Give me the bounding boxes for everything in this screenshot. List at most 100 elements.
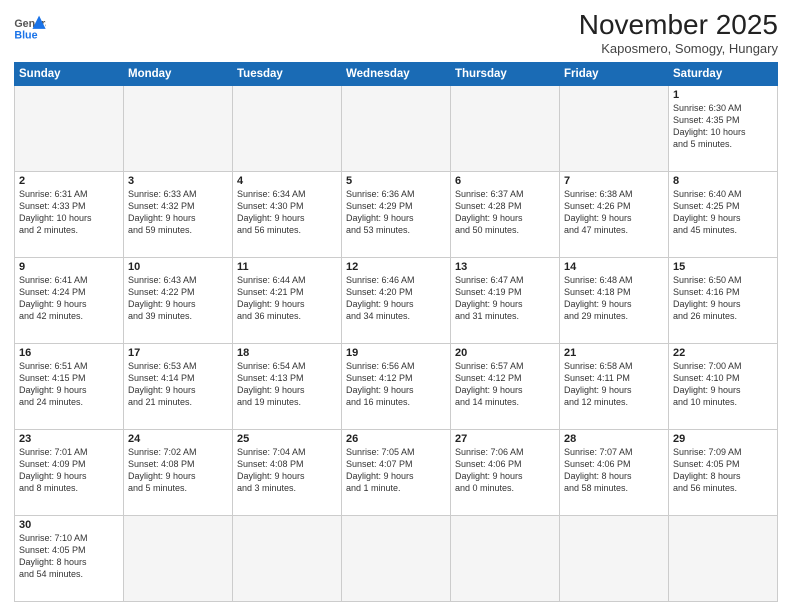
table-row: 23Sunrise: 7:01 AM Sunset: 4:09 PM Dayli… xyxy=(15,429,124,515)
day-info: Sunrise: 6:53 AM Sunset: 4:14 PM Dayligh… xyxy=(128,360,228,409)
day-number: 7 xyxy=(564,175,664,187)
logo: General Blue xyxy=(14,14,46,42)
table-row: 24Sunrise: 7:02 AM Sunset: 4:08 PM Dayli… xyxy=(124,429,233,515)
day-info: Sunrise: 7:10 AM Sunset: 4:05 PM Dayligh… xyxy=(19,532,119,581)
day-info: Sunrise: 6:33 AM Sunset: 4:32 PM Dayligh… xyxy=(128,188,228,237)
day-number: 5 xyxy=(346,175,446,187)
table-row: 15Sunrise: 6:50 AM Sunset: 4:16 PM Dayli… xyxy=(669,257,778,343)
day-info: Sunrise: 6:34 AM Sunset: 4:30 PM Dayligh… xyxy=(237,188,337,237)
day-number: 2 xyxy=(19,175,119,187)
svg-text:Blue: Blue xyxy=(14,30,37,42)
day-number: 12 xyxy=(346,261,446,273)
day-number: 17 xyxy=(128,347,228,359)
table-row: 11Sunrise: 6:44 AM Sunset: 4:21 PM Dayli… xyxy=(233,257,342,343)
day-info: Sunrise: 7:00 AM Sunset: 4:10 PM Dayligh… xyxy=(673,360,773,409)
col-tuesday: Tuesday xyxy=(233,62,342,85)
table-row: 22Sunrise: 7:00 AM Sunset: 4:10 PM Dayli… xyxy=(669,343,778,429)
day-info: Sunrise: 6:48 AM Sunset: 4:18 PM Dayligh… xyxy=(564,274,664,323)
table-row: 5Sunrise: 6:36 AM Sunset: 4:29 PM Daylig… xyxy=(342,171,451,257)
table-row: 12Sunrise: 6:46 AM Sunset: 4:20 PM Dayli… xyxy=(342,257,451,343)
day-number: 4 xyxy=(237,175,337,187)
day-info: Sunrise: 7:05 AM Sunset: 4:07 PM Dayligh… xyxy=(346,446,446,495)
day-info: Sunrise: 7:04 AM Sunset: 4:08 PM Dayligh… xyxy=(237,446,337,495)
col-friday: Friday xyxy=(560,62,669,85)
day-number: 3 xyxy=(128,175,228,187)
day-info: Sunrise: 6:50 AM Sunset: 4:16 PM Dayligh… xyxy=(673,274,773,323)
day-number: 6 xyxy=(455,175,555,187)
page: General Blue November 2025 Kaposmero, So… xyxy=(0,0,792,612)
table-row: 18Sunrise: 6:54 AM Sunset: 4:13 PM Dayli… xyxy=(233,343,342,429)
table-row: 28Sunrise: 7:07 AM Sunset: 4:06 PM Dayli… xyxy=(560,429,669,515)
title-block: November 2025 Kaposmero, Somogy, Hungary xyxy=(579,10,778,56)
table-row: 14Sunrise: 6:48 AM Sunset: 4:18 PM Dayli… xyxy=(560,257,669,343)
day-number: 23 xyxy=(19,433,119,445)
day-info: Sunrise: 7:09 AM Sunset: 4:05 PM Dayligh… xyxy=(673,446,773,495)
day-number: 22 xyxy=(673,347,773,359)
calendar-week-row: 23Sunrise: 7:01 AM Sunset: 4:09 PM Dayli… xyxy=(15,429,778,515)
day-number: 29 xyxy=(673,433,773,445)
table-row: 1Sunrise: 6:30 AM Sunset: 4:35 PM Daylig… xyxy=(669,85,778,171)
day-number: 10 xyxy=(128,261,228,273)
day-info: Sunrise: 7:01 AM Sunset: 4:09 PM Dayligh… xyxy=(19,446,119,495)
table-row xyxy=(342,85,451,171)
header: General Blue November 2025 Kaposmero, So… xyxy=(14,10,778,56)
calendar-week-row: 1Sunrise: 6:30 AM Sunset: 4:35 PM Daylig… xyxy=(15,85,778,171)
col-thursday: Thursday xyxy=(451,62,560,85)
day-info: Sunrise: 6:58 AM Sunset: 4:11 PM Dayligh… xyxy=(564,360,664,409)
day-info: Sunrise: 6:41 AM Sunset: 4:24 PM Dayligh… xyxy=(19,274,119,323)
table-row: 25Sunrise: 7:04 AM Sunset: 4:08 PM Dayli… xyxy=(233,429,342,515)
table-row: 20Sunrise: 6:57 AM Sunset: 4:12 PM Dayli… xyxy=(451,343,560,429)
table-row: 19Sunrise: 6:56 AM Sunset: 4:12 PM Dayli… xyxy=(342,343,451,429)
day-info: Sunrise: 6:38 AM Sunset: 4:26 PM Dayligh… xyxy=(564,188,664,237)
table-row xyxy=(233,85,342,171)
col-saturday: Saturday xyxy=(669,62,778,85)
day-info: Sunrise: 6:31 AM Sunset: 4:33 PM Dayligh… xyxy=(19,188,119,237)
table-row: 17Sunrise: 6:53 AM Sunset: 4:14 PM Dayli… xyxy=(124,343,233,429)
day-info: Sunrise: 6:36 AM Sunset: 4:29 PM Dayligh… xyxy=(346,188,446,237)
calendar-table: Sunday Monday Tuesday Wednesday Thursday… xyxy=(14,62,778,602)
day-number: 26 xyxy=(346,433,446,445)
table-row xyxy=(669,515,778,601)
day-info: Sunrise: 6:44 AM Sunset: 4:21 PM Dayligh… xyxy=(237,274,337,323)
table-row: 29Sunrise: 7:09 AM Sunset: 4:05 PM Dayli… xyxy=(669,429,778,515)
calendar-week-row: 30Sunrise: 7:10 AM Sunset: 4:05 PM Dayli… xyxy=(15,515,778,601)
day-number: 18 xyxy=(237,347,337,359)
day-info: Sunrise: 6:47 AM Sunset: 4:19 PM Dayligh… xyxy=(455,274,555,323)
day-number: 30 xyxy=(19,519,119,531)
day-number: 27 xyxy=(455,433,555,445)
table-row: 9Sunrise: 6:41 AM Sunset: 4:24 PM Daylig… xyxy=(15,257,124,343)
day-number: 14 xyxy=(564,261,664,273)
day-number: 21 xyxy=(564,347,664,359)
day-info: Sunrise: 7:02 AM Sunset: 4:08 PM Dayligh… xyxy=(128,446,228,495)
month-title: November 2025 xyxy=(579,10,778,41)
table-row: 6Sunrise: 6:37 AM Sunset: 4:28 PM Daylig… xyxy=(451,171,560,257)
day-number: 16 xyxy=(19,347,119,359)
table-row xyxy=(233,515,342,601)
day-number: 1 xyxy=(673,89,773,101)
col-wednesday: Wednesday xyxy=(342,62,451,85)
table-row xyxy=(15,85,124,171)
calendar-header-row: Sunday Monday Tuesday Wednesday Thursday… xyxy=(15,62,778,85)
table-row xyxy=(342,515,451,601)
table-row xyxy=(124,85,233,171)
calendar-week-row: 9Sunrise: 6:41 AM Sunset: 4:24 PM Daylig… xyxy=(15,257,778,343)
day-number: 28 xyxy=(564,433,664,445)
table-row xyxy=(560,515,669,601)
day-info: Sunrise: 6:43 AM Sunset: 4:22 PM Dayligh… xyxy=(128,274,228,323)
col-sunday: Sunday xyxy=(15,62,124,85)
day-info: Sunrise: 6:40 AM Sunset: 4:25 PM Dayligh… xyxy=(673,188,773,237)
calendar-week-row: 16Sunrise: 6:51 AM Sunset: 4:15 PM Dayli… xyxy=(15,343,778,429)
day-number: 9 xyxy=(19,261,119,273)
day-info: Sunrise: 6:37 AM Sunset: 4:28 PM Dayligh… xyxy=(455,188,555,237)
table-row: 27Sunrise: 7:06 AM Sunset: 4:06 PM Dayli… xyxy=(451,429,560,515)
day-number: 20 xyxy=(455,347,555,359)
location: Kaposmero, Somogy, Hungary xyxy=(579,41,778,56)
table-row xyxy=(560,85,669,171)
day-number: 8 xyxy=(673,175,773,187)
table-row: 2Sunrise: 6:31 AM Sunset: 4:33 PM Daylig… xyxy=(15,171,124,257)
day-info: Sunrise: 6:54 AM Sunset: 4:13 PM Dayligh… xyxy=(237,360,337,409)
day-info: Sunrise: 6:30 AM Sunset: 4:35 PM Dayligh… xyxy=(673,102,773,151)
table-row: 10Sunrise: 6:43 AM Sunset: 4:22 PM Dayli… xyxy=(124,257,233,343)
table-row: 4Sunrise: 6:34 AM Sunset: 4:30 PM Daylig… xyxy=(233,171,342,257)
table-row: 16Sunrise: 6:51 AM Sunset: 4:15 PM Dayli… xyxy=(15,343,124,429)
